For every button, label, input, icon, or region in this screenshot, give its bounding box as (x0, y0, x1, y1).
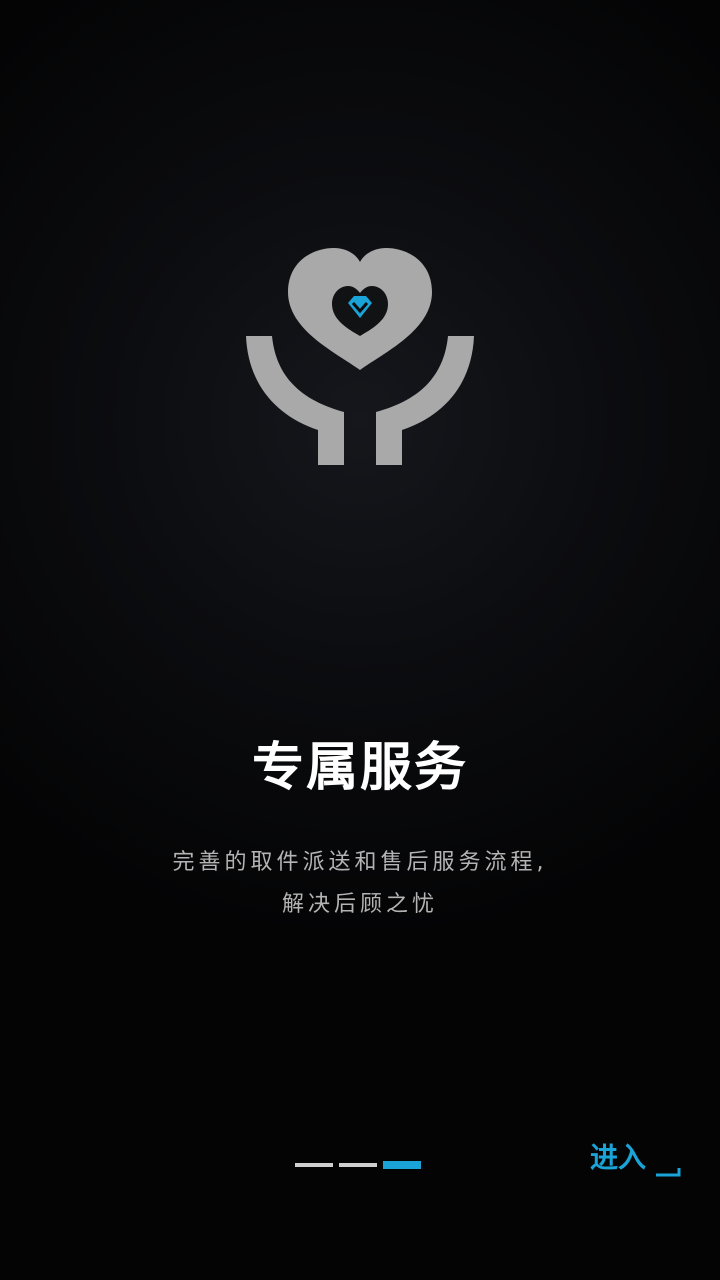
page-title: 专属服务 (251, 738, 468, 798)
page-indicator (295, 1158, 421, 1172)
enter-button-label: 进入 (589, 1141, 646, 1174)
page-description: 完善的取件派送和售后服务流程, 解决后顾之忧 (0, 842, 720, 926)
description-line: 解决后顾之忧 (281, 892, 438, 917)
description-line: 完善的取件派送和售后服务流程, (172, 850, 548, 875)
heart-hands-diamond-icon (246, 248, 474, 465)
page-indicator-dot-2[interactable] (339, 1163, 377, 1167)
arrow-corner-icon (654, 1162, 682, 1178)
page-indicator-dot-3-active[interactable] (383, 1161, 421, 1169)
enter-button[interactable]: 进入 (590, 1138, 682, 1178)
page-indicator-dot-1[interactable] (295, 1163, 333, 1167)
service-logo (240, 240, 480, 470)
